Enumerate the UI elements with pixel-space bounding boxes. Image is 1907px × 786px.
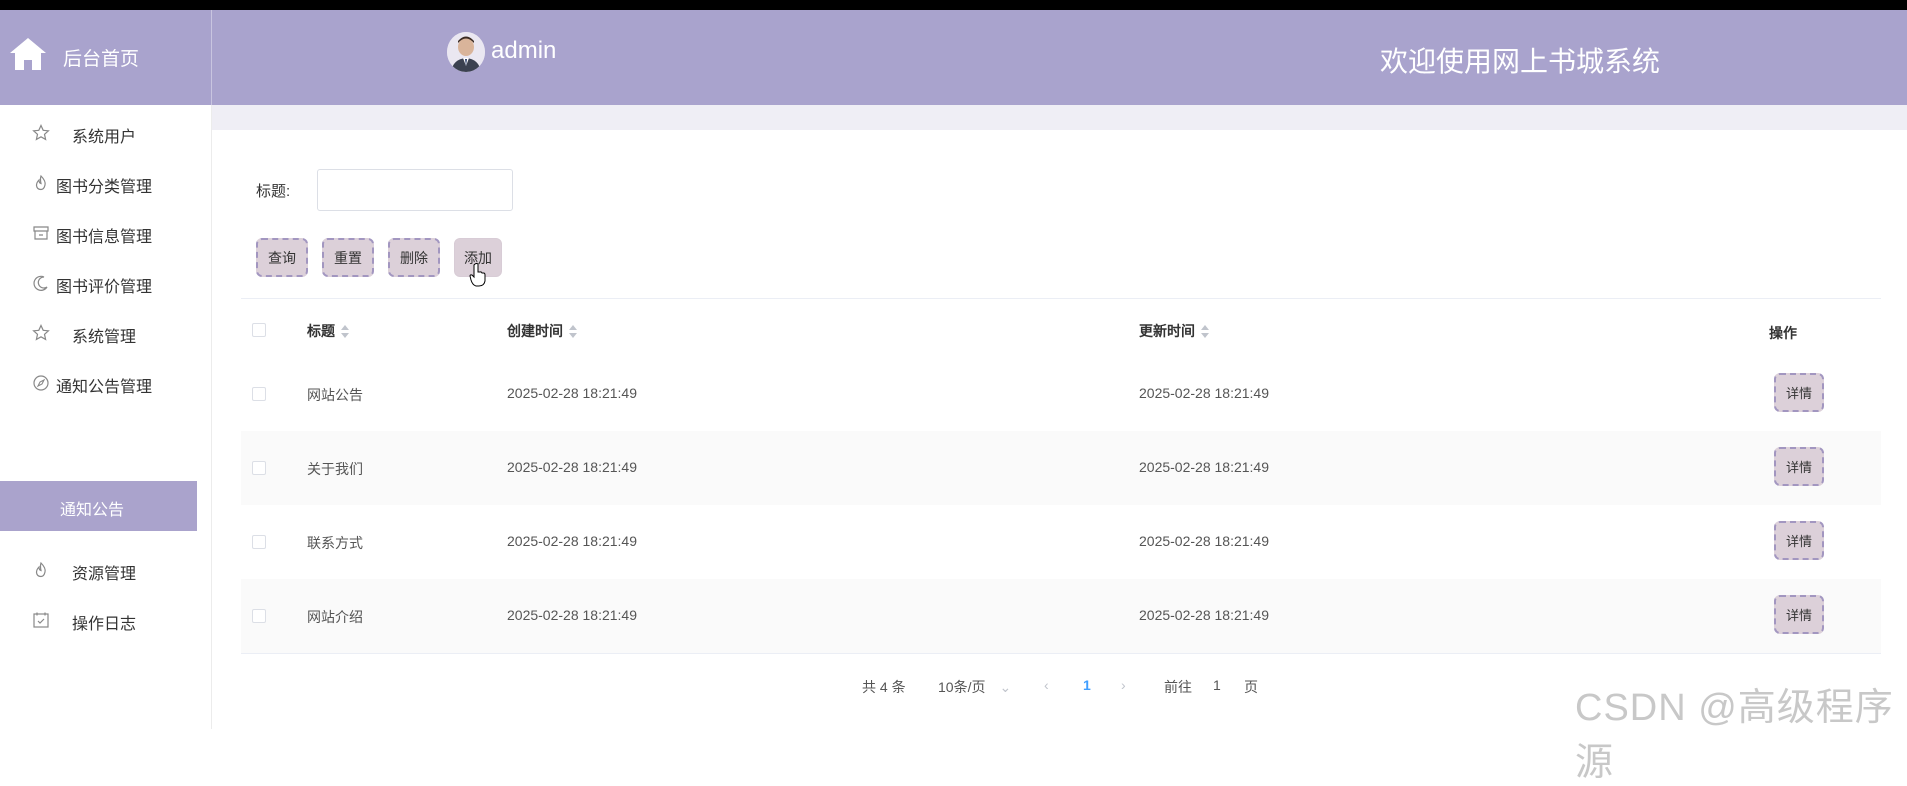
row-updated: 2025-02-28 18:21:49 [1139,607,1269,623]
column-updated[interactable]: 更新时间 [1139,321,1210,341]
row-created: 2025-02-28 18:21:49 [507,607,637,623]
title-filter-input[interactable] [317,169,513,211]
fire-icon [35,174,46,191]
sidebar-item-label: 通知公告 [60,502,125,519]
column-title-label: 标题 [307,323,335,339]
star-icon [32,324,50,341]
column-title[interactable]: 标题 [307,321,350,341]
sort-icon[interactable] [340,325,350,339]
sidebar-item-book-review[interactable]: 图书评价管理 [0,258,197,308]
detail-button[interactable]: 详情 [1774,595,1824,634]
sidebar-item-book-category[interactable]: 图书分类管理 [0,158,197,208]
window-top-strip [0,0,1907,10]
avatar[interactable] [447,32,485,72]
column-updated-label: 更新时间 [1139,323,1195,339]
table-row: 网站介绍 2025-02-28 18:21:49 2025-02-28 18:2… [241,579,1881,653]
table-row: 关于我们 2025-02-28 18:21:49 2025-02-28 18:2… [241,431,1881,505]
select-all-checkbox[interactable] [252,323,266,337]
sidebar-item-resource-manage[interactable]: 资源管理 [0,545,197,595]
sidebar-item-notice[interactable]: 通知公告 [0,481,197,531]
goto-suffix: 页 [1244,679,1258,695]
row-updated: 2025-02-28 18:21:49 [1139,459,1269,475]
home-label: 后台首页 [63,49,140,70]
fire-icon [35,561,46,578]
sidebar-item-notice-manage[interactable]: 通知公告管理 [0,358,197,408]
calendar-check-icon [33,612,49,628]
page-number-current[interactable]: 1 [1083,677,1091,693]
row-created: 2025-02-28 18:21:49 [507,459,637,475]
sidebar-item-label: 通知公告管理 [56,379,153,396]
detail-button[interactable]: 详情 [1774,521,1824,560]
query-button[interactable]: 查询 [256,238,308,277]
sidebar-item-book-info[interactable]: 图书信息管理 [0,208,197,258]
home-link[interactable]: 后台首页 [0,10,212,105]
row-checkbox[interactable] [252,387,266,401]
prev-page-icon[interactable]: ‹ [1044,677,1049,693]
top-header: 后台首页 admin 欢迎使用网上书城系统 [0,10,1907,105]
sidebar-item-label: 系统用户 [72,129,137,146]
sidebar-item-label: 图书信息管理 [56,229,153,246]
page-size-value: 10条/页 [938,679,986,695]
detail-button[interactable]: 详情 [1774,373,1824,412]
pagination-total: 共 4 条 [862,679,906,695]
next-page-icon[interactable]: › [1121,677,1126,693]
table-row: 网站公告 2025-02-28 18:21:49 2025-02-28 18:2… [241,357,1881,431]
sidebar-item-label: 图书评价管理 [56,279,153,296]
row-checkbox[interactable] [252,535,266,549]
notice-table: 标题 创建时间 更新时间 操作 网站公告 2025-02-28 18:21:49… [241,298,1881,654]
page-size-select[interactable]: 10条/页 ⌄ [938,677,1011,697]
moon-icon [33,275,48,291]
row-checkbox[interactable] [252,461,266,475]
row-title: 网站公告 [307,387,363,403]
sidebar: 系统用户 图书分类管理 图书信息管理 图书评价管理 系统管理 通知公告管理 通知… [0,105,212,729]
star-icon [32,124,50,141]
sort-icon[interactable] [1200,325,1210,339]
row-title: 关于我们 [307,461,363,477]
sidebar-item-label: 操作日志 [72,616,137,633]
sidebar-item-label: 图书分类管理 [56,179,153,196]
username[interactable]: admin [491,37,556,65]
goto-label: 前往 [1164,679,1192,695]
sidebar-item-system-users[interactable]: 系统用户 [0,108,197,158]
row-checkbox[interactable] [252,609,266,623]
sort-icon[interactable] [568,325,578,339]
chevron-down-icon: ⌄ [999,679,1012,695]
column-ops-label: 操作 [1769,325,1797,341]
reset-button[interactable]: 重置 [322,238,374,277]
welcome-title: 欢迎使用网上书城系统 [1380,46,1661,77]
hand-cursor-icon [469,263,486,287]
title-filter-label: 标题: [256,183,291,200]
shop-icon [33,226,49,240]
table-bottom-border [241,653,1881,654]
column-created-label: 创建时间 [507,323,563,339]
tabs-bar [212,105,1907,130]
detail-button[interactable]: 详情 [1774,447,1824,486]
compass-icon [33,375,49,391]
delete-button[interactable]: 删除 [388,238,440,277]
table-row: 联系方式 2025-02-28 18:21:49 2025-02-28 18:2… [241,505,1881,579]
sidebar-item-label: 资源管理 [72,566,137,583]
table-header: 标题 创建时间 更新时间 操作 [241,298,1881,359]
goto-page-input[interactable]: 1 [1213,677,1221,693]
home-icon [10,38,46,70]
row-created: 2025-02-28 18:21:49 [507,385,637,401]
row-updated: 2025-02-28 18:21:49 [1139,385,1269,401]
column-created[interactable]: 创建时间 [507,321,578,341]
row-title: 联系方式 [307,535,363,551]
row-updated: 2025-02-28 18:21:49 [1139,533,1269,549]
sidebar-item-operation-log[interactable]: 操作日志 [0,595,197,645]
row-created: 2025-02-28 18:21:49 [507,533,637,549]
watermark: CSDN @高级程序源 [1575,687,1894,784]
sidebar-item-system-manage[interactable]: 系统管理 [0,308,197,358]
avatar-image [447,32,485,72]
row-title: 网站介绍 [307,609,363,625]
sidebar-item-label: 系统管理 [72,329,137,346]
